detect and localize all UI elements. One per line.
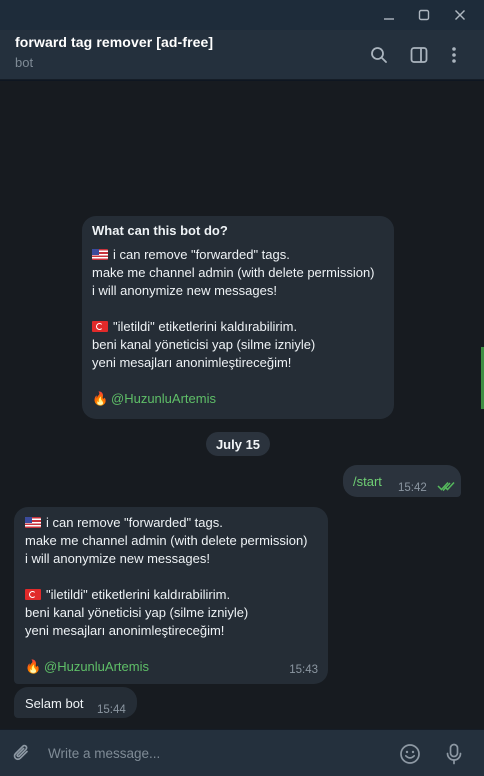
us-flag-icon (92, 249, 108, 260)
us-flag-icon (25, 517, 41, 528)
sidebar-toggle-icon[interactable] (406, 42, 432, 68)
intro-username-link[interactable]: @HuzunluArtemis (111, 391, 216, 406)
command-link[interactable]: /start (353, 473, 382, 491)
paperclip-icon[interactable] (9, 740, 35, 766)
message-time: 15:44 (97, 704, 126, 716)
message-text: Selam bot (25, 696, 84, 711)
date-separator: July 15 (206, 432, 270, 456)
search-icon[interactable] (366, 42, 392, 68)
reply-username-link[interactable]: @HuzunluArtemis (44, 659, 149, 674)
reply-en-line1: i can remove "forwarded" tags. (46, 515, 223, 530)
minimize-icon[interactable] (372, 0, 406, 30)
intro-en-line1: i can remove "forwarded" tags. (113, 247, 290, 262)
chat-subtitle: bot (15, 55, 34, 70)
microphone-icon[interactable] (441, 741, 467, 767)
fire-icon: 🔥 (92, 391, 109, 406)
incoming-message[interactable]: Selam bot 15:44 (14, 687, 137, 718)
fire-icon: 🔥 (25, 659, 42, 674)
window-titlebar (0, 0, 484, 30)
message-time: 15:43 (289, 664, 318, 676)
bot-intro-card: What can this bot do? i can remove "forw… (82, 216, 394, 419)
intro-tr-line1: "iletildi" etiketlerini kaldırabilirim. (113, 319, 298, 334)
reply-tr-line1: "iletildi" etiketlerini kaldırabilirim. (46, 587, 231, 602)
reply-en-line2: make me channel admin (with delete permi… (25, 533, 308, 548)
chat-title[interactable]: forward tag remover [ad-free] (15, 34, 213, 50)
message-composer (0, 729, 484, 776)
message-input[interactable] (48, 742, 348, 764)
intro-tr-line3: yeni mesajları anonimleştireceğim! (92, 355, 292, 370)
intro-en-line3: i will anonymize new messages! (92, 283, 277, 298)
chat-header: forward tag remover [ad-free] bot (0, 30, 484, 80)
more-vertical-icon[interactable] (441, 42, 467, 68)
reply-tr-line3: yeni mesajları anonimleştireceğim! (25, 623, 225, 638)
emoji-icon[interactable] (397, 741, 423, 767)
reply-en-line3: i will anonymize new messages! (25, 551, 210, 566)
message-time: 15:42 (398, 482, 427, 494)
tr-flag-icon (25, 589, 41, 600)
intro-tr-line2: beni kanal yöneticisi yap (silme izniyle… (92, 337, 316, 352)
intro-heading: What can this bot do? (92, 223, 228, 238)
tr-flag-icon (92, 321, 108, 332)
close-icon[interactable] (443, 0, 477, 30)
intro-en-line2: make me channel admin (with delete permi… (92, 265, 375, 280)
maximize-icon[interactable] (407, 0, 441, 30)
outgoing-message[interactable]: /start 15:42 (343, 465, 461, 497)
double-check-icon (437, 479, 455, 497)
reply-tr-line2: beni kanal yöneticisi yap (silme izniyle… (25, 605, 249, 620)
bot-reply-message[interactable]: i can remove "forwarded" tags. make me c… (14, 507, 328, 684)
